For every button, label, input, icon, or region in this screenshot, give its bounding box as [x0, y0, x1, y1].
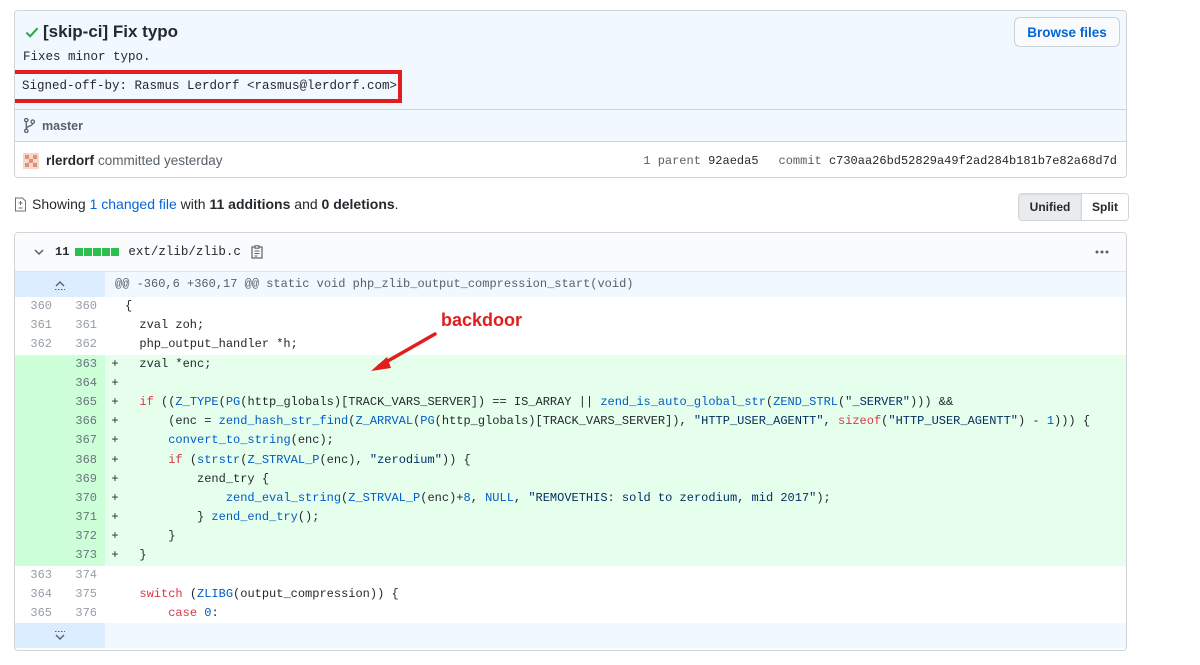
browse-files-button[interactable]: Browse files: [1014, 17, 1120, 47]
commit-header: [skip-ci] Fix typo Fixes minor typo. Sig…: [14, 10, 1127, 178]
file-header: 11 ext/zlib/zlib.c: [15, 233, 1126, 272]
backdoor-annotation-label: backdoor: [441, 310, 523, 330]
diff-row: 360 360 {: [15, 297, 1126, 317]
branch-name[interactable]: master: [42, 119, 83, 133]
diff-row-added: 369 + zend_try {: [15, 469, 1126, 489]
diff-table: @@ -360,6 +360,17 @@ static void php_zli…: [15, 272, 1126, 649]
diff-row: 361 361 zval zoh;: [15, 316, 1126, 336]
author-link[interactable]: rlerdorf: [46, 153, 94, 168]
file-diff: 11 ext/zlib/zlib.c @@ -360,6 +360,17 @@ …: [14, 232, 1127, 651]
hunk-header-row: @@ -360,6 +360,17 @@ static void php_zli…: [15, 272, 1126, 297]
clipboard-icon[interactable]: [251, 245, 263, 259]
commit-label: commit: [778, 153, 822, 168]
parent-sha-link[interactable]: 92aeda5: [708, 154, 758, 168]
diff-row: 365 376 case 0:: [15, 604, 1126, 624]
commit-title: [skip-ci] Fix typo: [43, 22, 179, 41]
diff-row: 363 374: [15, 565, 1126, 585]
file-diff-icon: [15, 197, 26, 211]
commit-action: committed yesterday: [98, 153, 223, 168]
hunk-header-text: @@ -360,6 +360,17 @@ static void php_zli…: [115, 277, 634, 291]
avatar[interactable]: [23, 152, 39, 169]
diff-row-added: 372 + }: [15, 527, 1126, 547]
diff-row: 362 362 php_output_handler *h;: [15, 335, 1126, 355]
signed-off-line: Signed-off-by: Rasmus Lerdorf <rasmus@le…: [15, 70, 402, 103]
kebab-horizontal-icon[interactable]: [1094, 246, 1110, 258]
summary-with: with: [180, 196, 206, 212]
diff-row-added: 368 + if (strstr(Z_STRVAL_P(enc), "zerodi…: [15, 450, 1126, 470]
diff-view-toggle: Unified Split: [1018, 193, 1129, 221]
diff-row-added: 363 + zval *enc;: [15, 354, 1126, 374]
diff-row-added: 366 + (enc = zend_hash_str_find(Z_ARRVAL(…: [15, 412, 1126, 432]
annotation-arrow-icon: [371, 332, 437, 371]
summary-and: and: [294, 196, 318, 212]
diff-row-added: 373 + }: [15, 546, 1126, 566]
diff-row: 364 375 switch (ZLIBG(output_compression)…: [15, 584, 1126, 604]
deletions-count: 0 deletions: [321, 196, 395, 212]
diff-row-added: 365 + if ((Z_TYPE(PG(http_globals)[TRACK_…: [15, 392, 1126, 413]
file-path-link[interactable]: ext/zlib/zlib.c: [128, 245, 241, 259]
expand-up-icon[interactable]: [15, 272, 105, 297]
changed-files-link[interactable]: 1 changed file: [90, 196, 177, 212]
diffstat-bar: [75, 248, 120, 256]
parent-label: 1 parent: [643, 153, 701, 168]
diff-row-added: 367 + convert_to_string(enc);: [15, 431, 1126, 451]
diff-row-added: 371 + } zend_end_try();: [15, 508, 1126, 528]
additions-count: 11 additions: [209, 196, 291, 212]
summary-suffix: .: [394, 196, 399, 212]
commit-summary-area: [skip-ci] Fix typo Fixes minor typo. Sig…: [15, 11, 1126, 109]
commit-title-row: [skip-ci] Fix typo: [23, 22, 178, 42]
diff-line-count: 11: [55, 245, 70, 259]
split-view-button[interactable]: Split: [1082, 194, 1128, 220]
unified-view-button[interactable]: Unified: [1019, 194, 1082, 220]
diff-row-added: 370 + zend_eval_string(Z_STRVAL_P(enc)+8,…: [15, 488, 1126, 509]
chevron-down-icon[interactable]: [33, 246, 45, 258]
check-icon: [25, 27, 39, 38]
expand-row: [15, 623, 1126, 649]
diff-row-added: 364 +: [15, 373, 1126, 393]
author-row: rlerdorf committed yesterday 1 parent 92…: [15, 141, 1126, 177]
git-branch-icon: [23, 118, 36, 133]
commit-sha: c730aa26bd52829a49f2ad284b181b7e82a68d7d: [828, 153, 1117, 168]
commit-description: Fixes minor typo.: [23, 50, 151, 64]
summary-prefix: Showing: [32, 196, 86, 212]
expand-down-icon[interactable]: [15, 623, 105, 649]
commit-meta: 1 parent 92aeda5 commit c730aa26bd52829a…: [643, 142, 1117, 177]
diff-summary: Showing 1 changed file with 11 additions…: [14, 196, 399, 212]
branch-row: master: [15, 109, 1126, 141]
